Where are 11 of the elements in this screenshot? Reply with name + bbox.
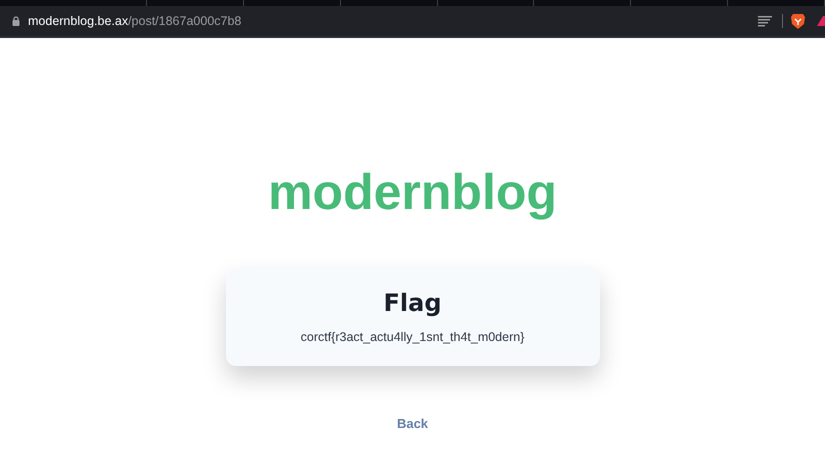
card-text: corctf{r3act_actu4lly_1snt_th4t_m0dern} bbox=[300, 330, 524, 344]
lock-icon bbox=[12, 16, 20, 26]
shield-icon[interactable] bbox=[791, 13, 805, 29]
card-title: Flag bbox=[384, 288, 442, 318]
back-link[interactable]: Back bbox=[396, 416, 428, 431]
address-bar[interactable]: modernblog.be.ax/post/1867a000c7b8 bbox=[12, 14, 750, 28]
site-title: modernblog bbox=[268, 163, 557, 222]
url-host: modernblog.be.ax bbox=[28, 14, 128, 28]
reader-icon[interactable] bbox=[758, 16, 772, 26]
url-path: /post/1867a000c7b8 bbox=[128, 14, 242, 28]
triangle-icon[interactable] bbox=[817, 16, 825, 26]
